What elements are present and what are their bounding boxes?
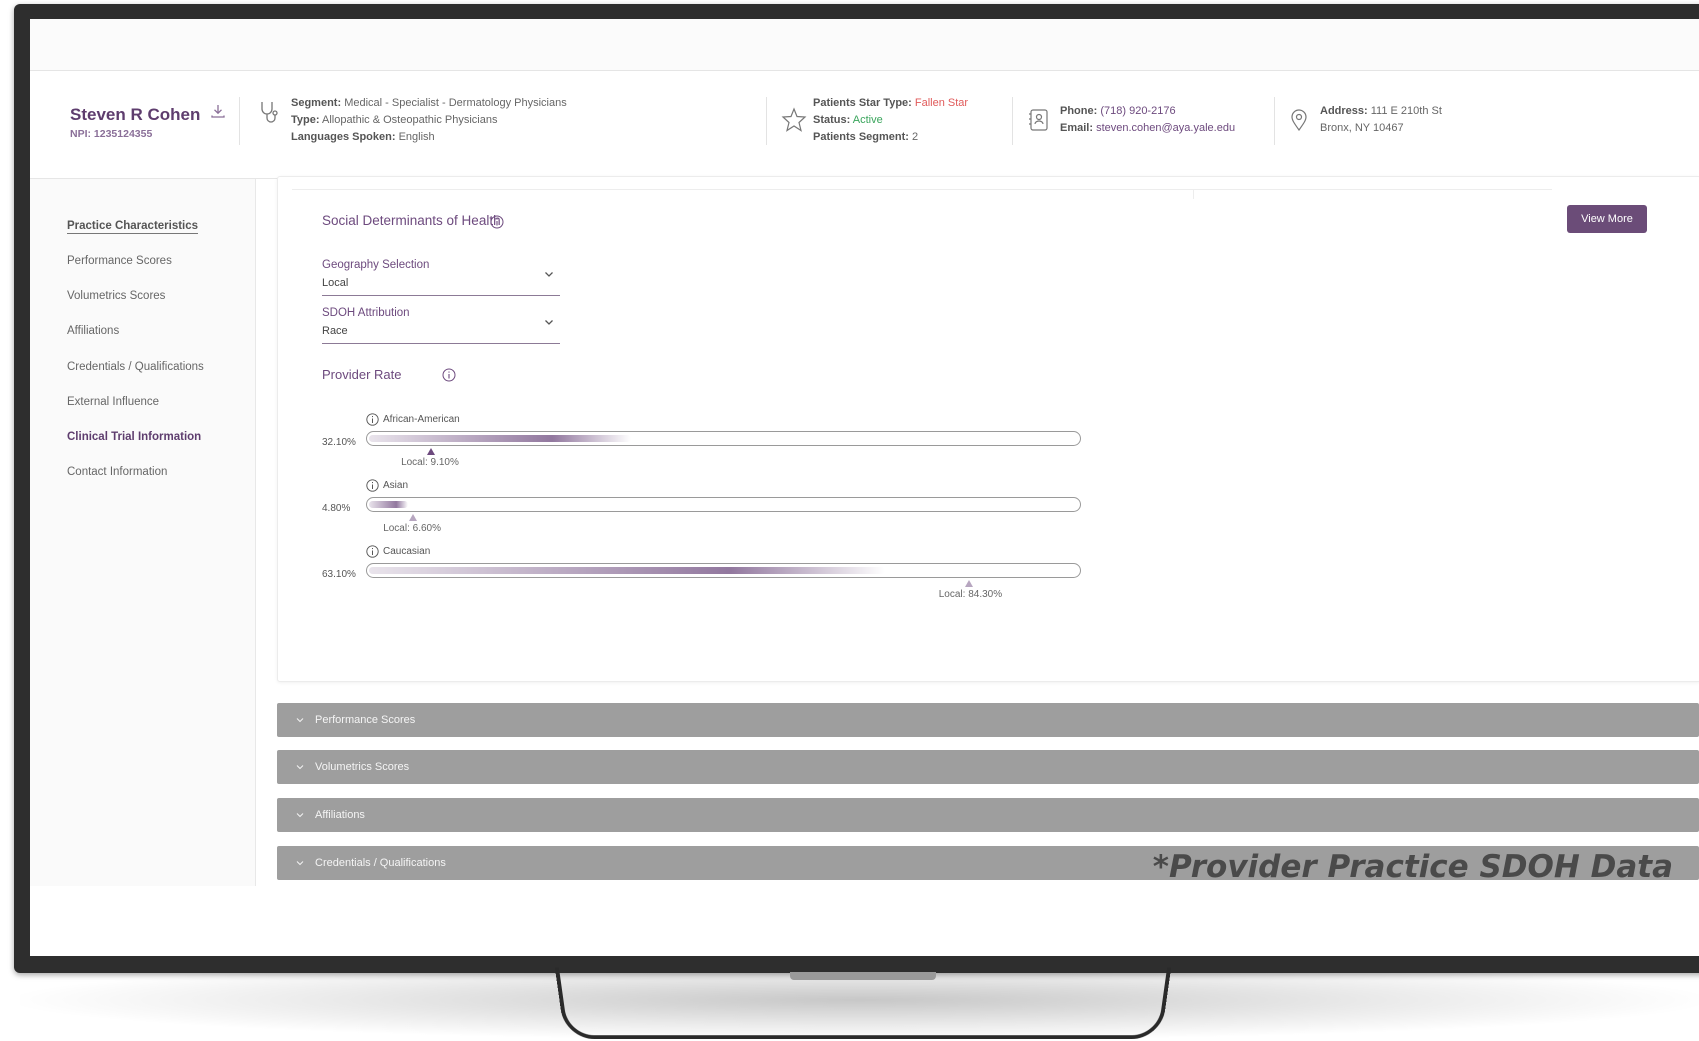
sdoh-title: Social Determinants of Health xyxy=(322,213,501,228)
accordion-label: Volumetrics Scores xyxy=(315,761,410,773)
download-icon[interactable] xyxy=(210,103,226,119)
info-icon[interactable] xyxy=(366,545,379,558)
header-divider xyxy=(766,97,767,145)
rate-category-label: African-American xyxy=(383,414,460,425)
screen: Steven R Cohen NPI: 1235124355 Segment: … xyxy=(30,19,1699,956)
chevron-down-icon xyxy=(545,320,553,325)
rate-bar-fill xyxy=(369,567,885,574)
tv-stand-cap xyxy=(790,972,936,980)
card-divider-tick xyxy=(1193,189,1194,199)
star-type-value: Fallen Star xyxy=(914,97,969,109)
segment-value: Medical - Specialist - Dermatology Physi… xyxy=(344,97,567,109)
star-icon xyxy=(781,107,807,132)
sidebar-item-credentials[interactable]: Credentials / Qualifications xyxy=(67,361,204,373)
accordion-label: Performance Scores xyxy=(315,714,416,726)
chevron-down-icon xyxy=(296,861,304,866)
accordion-affiliations[interactable]: Affiliations xyxy=(277,798,1699,832)
rate-row-caucasian: 63.10% Caucasian Local: 84.30% xyxy=(322,545,1102,605)
header-divider xyxy=(239,97,240,145)
rate-bar-track xyxy=(366,497,1081,512)
sidebar-item-affiliations[interactable]: Affiliations xyxy=(67,325,119,337)
top-bar xyxy=(30,19,1699,71)
type-label: Type: xyxy=(291,114,320,126)
sdoh-attribution-select[interactable]: SDOH Attribution Race xyxy=(322,307,560,344)
provider-rate-value: 4.80% xyxy=(322,503,351,514)
address-line1: 111 E 210th St xyxy=(1370,105,1442,117)
geography-select-value: Local xyxy=(322,277,349,289)
status-value: Active xyxy=(852,114,883,126)
address-info: Address: 111 E 210th St Bronx, NY 10467 xyxy=(1320,103,1442,137)
sidebar-item-practice-characteristics[interactable]: Practice Characteristics xyxy=(67,220,199,234)
sidebar: Practice Characteristics Performance Sco… xyxy=(30,179,256,886)
address-label: Address: xyxy=(1320,105,1368,117)
segment-label: Segment: xyxy=(291,97,342,109)
star-type-label: Patients Star Type: xyxy=(813,97,912,109)
email-value[interactable]: steven.cohen@aya.yale.edu xyxy=(1096,122,1235,134)
chevron-down-icon xyxy=(296,813,304,818)
chevron-down-icon xyxy=(296,765,304,770)
languages-label: Languages Spoken: xyxy=(291,131,396,143)
header-divider xyxy=(1012,97,1013,145)
rate-category-label: Asian xyxy=(383,480,409,491)
sidebar-item-performance-scores[interactable]: Performance Scores xyxy=(67,255,172,267)
rate-bar-fill xyxy=(369,501,409,508)
local-rate-marker xyxy=(964,580,973,587)
chevron-down-icon xyxy=(545,272,553,277)
chevron-down-icon xyxy=(296,718,304,723)
patients-segment-label: Patients Segment: xyxy=(813,131,909,143)
languages-value: English xyxy=(398,131,435,143)
header-divider xyxy=(1274,97,1275,145)
provider-rate-title: Provider Rate xyxy=(322,367,402,382)
sidebar-item-clinical-trial[interactable]: Clinical Trial Information xyxy=(67,431,201,443)
sidebar-item-contact-information[interactable]: Contact Information xyxy=(67,466,167,478)
location-pin-icon xyxy=(1291,109,1307,132)
view-more-button[interactable]: View More xyxy=(1567,205,1647,233)
info-icon[interactable] xyxy=(366,479,379,492)
rate-bar-track xyxy=(366,563,1081,578)
local-rate-marker xyxy=(427,448,436,455)
rate-bar-track xyxy=(366,431,1081,446)
sidebar-item-external-influence[interactable]: External Influence xyxy=(67,396,159,408)
attribution-select-value: Race xyxy=(322,325,348,337)
info-icon[interactable] xyxy=(366,413,379,426)
address-line2: Bronx, NY 10467 xyxy=(1320,122,1404,134)
provider-rate-value: 32.10% xyxy=(322,437,356,448)
local-rate-label: Local: 6.60% xyxy=(383,523,442,534)
patients-segment-value: 2 xyxy=(912,131,919,143)
info-icon[interactable] xyxy=(442,368,456,382)
rate-row-asian: 4.80% Asian Local: 6.60% xyxy=(322,479,1102,539)
geography-select-label: Geography Selection xyxy=(322,259,430,271)
provider-name: Steven R Cohen xyxy=(70,105,201,124)
stethoscope-icon xyxy=(261,102,278,123)
phone-label: Phone: xyxy=(1060,105,1098,117)
local-rate-marker xyxy=(409,514,418,521)
info-icon[interactable] xyxy=(490,215,504,229)
accordion-performance-scores[interactable]: Performance Scores xyxy=(277,703,1699,737)
rate-bar-fill xyxy=(369,435,632,442)
contact-card-icon xyxy=(1029,109,1048,131)
type-value: Allopathic & Osteopathic Physicians xyxy=(321,114,498,126)
contact-info: Phone: (718) 920-2176 Email: steven.cohe… xyxy=(1060,103,1235,137)
slide-caption: *Provider Practice SDOH Data xyxy=(1152,849,1673,885)
sdoh-card: Social Determinants of Health View More … xyxy=(277,176,1699,682)
geography-select[interactable]: Geography Selection Local xyxy=(322,259,560,296)
local-rate-label: Local: 9.10% xyxy=(401,457,459,468)
email-label: Email: xyxy=(1060,122,1094,134)
provider-header: Steven R Cohen NPI: 1235124355 Segment: … xyxy=(30,71,1699,179)
local-rate-label: Local: 84.30% xyxy=(938,589,1003,600)
patients-info: Patients Star Type: Fallen Star Status: … xyxy=(813,95,968,146)
provider-rate-value: 63.10% xyxy=(322,569,356,580)
accordion-label: Credentials / Qualifications xyxy=(315,857,446,869)
card-divider xyxy=(292,189,1552,190)
rate-row-african-american: 32.10% African-American Local: 9.10% xyxy=(322,413,1102,473)
sidebar-item-volumetrics-scores[interactable]: Volumetrics Scores xyxy=(67,290,165,302)
provider-npi: NPI: 1235124355 xyxy=(70,128,153,140)
accordion-label: Affiliations xyxy=(315,809,365,821)
rate-category-label: Caucasian xyxy=(383,546,431,557)
phone-value[interactable]: (718) 920-2176 xyxy=(1100,105,1175,117)
status-label: Status: xyxy=(813,114,851,126)
attribution-select-label: SDOH Attribution xyxy=(322,307,410,319)
accordion-volumetrics-scores[interactable]: Volumetrics Scores xyxy=(277,750,1699,784)
segment-info: Segment: Medical - Specialist - Dermatol… xyxy=(291,95,567,146)
